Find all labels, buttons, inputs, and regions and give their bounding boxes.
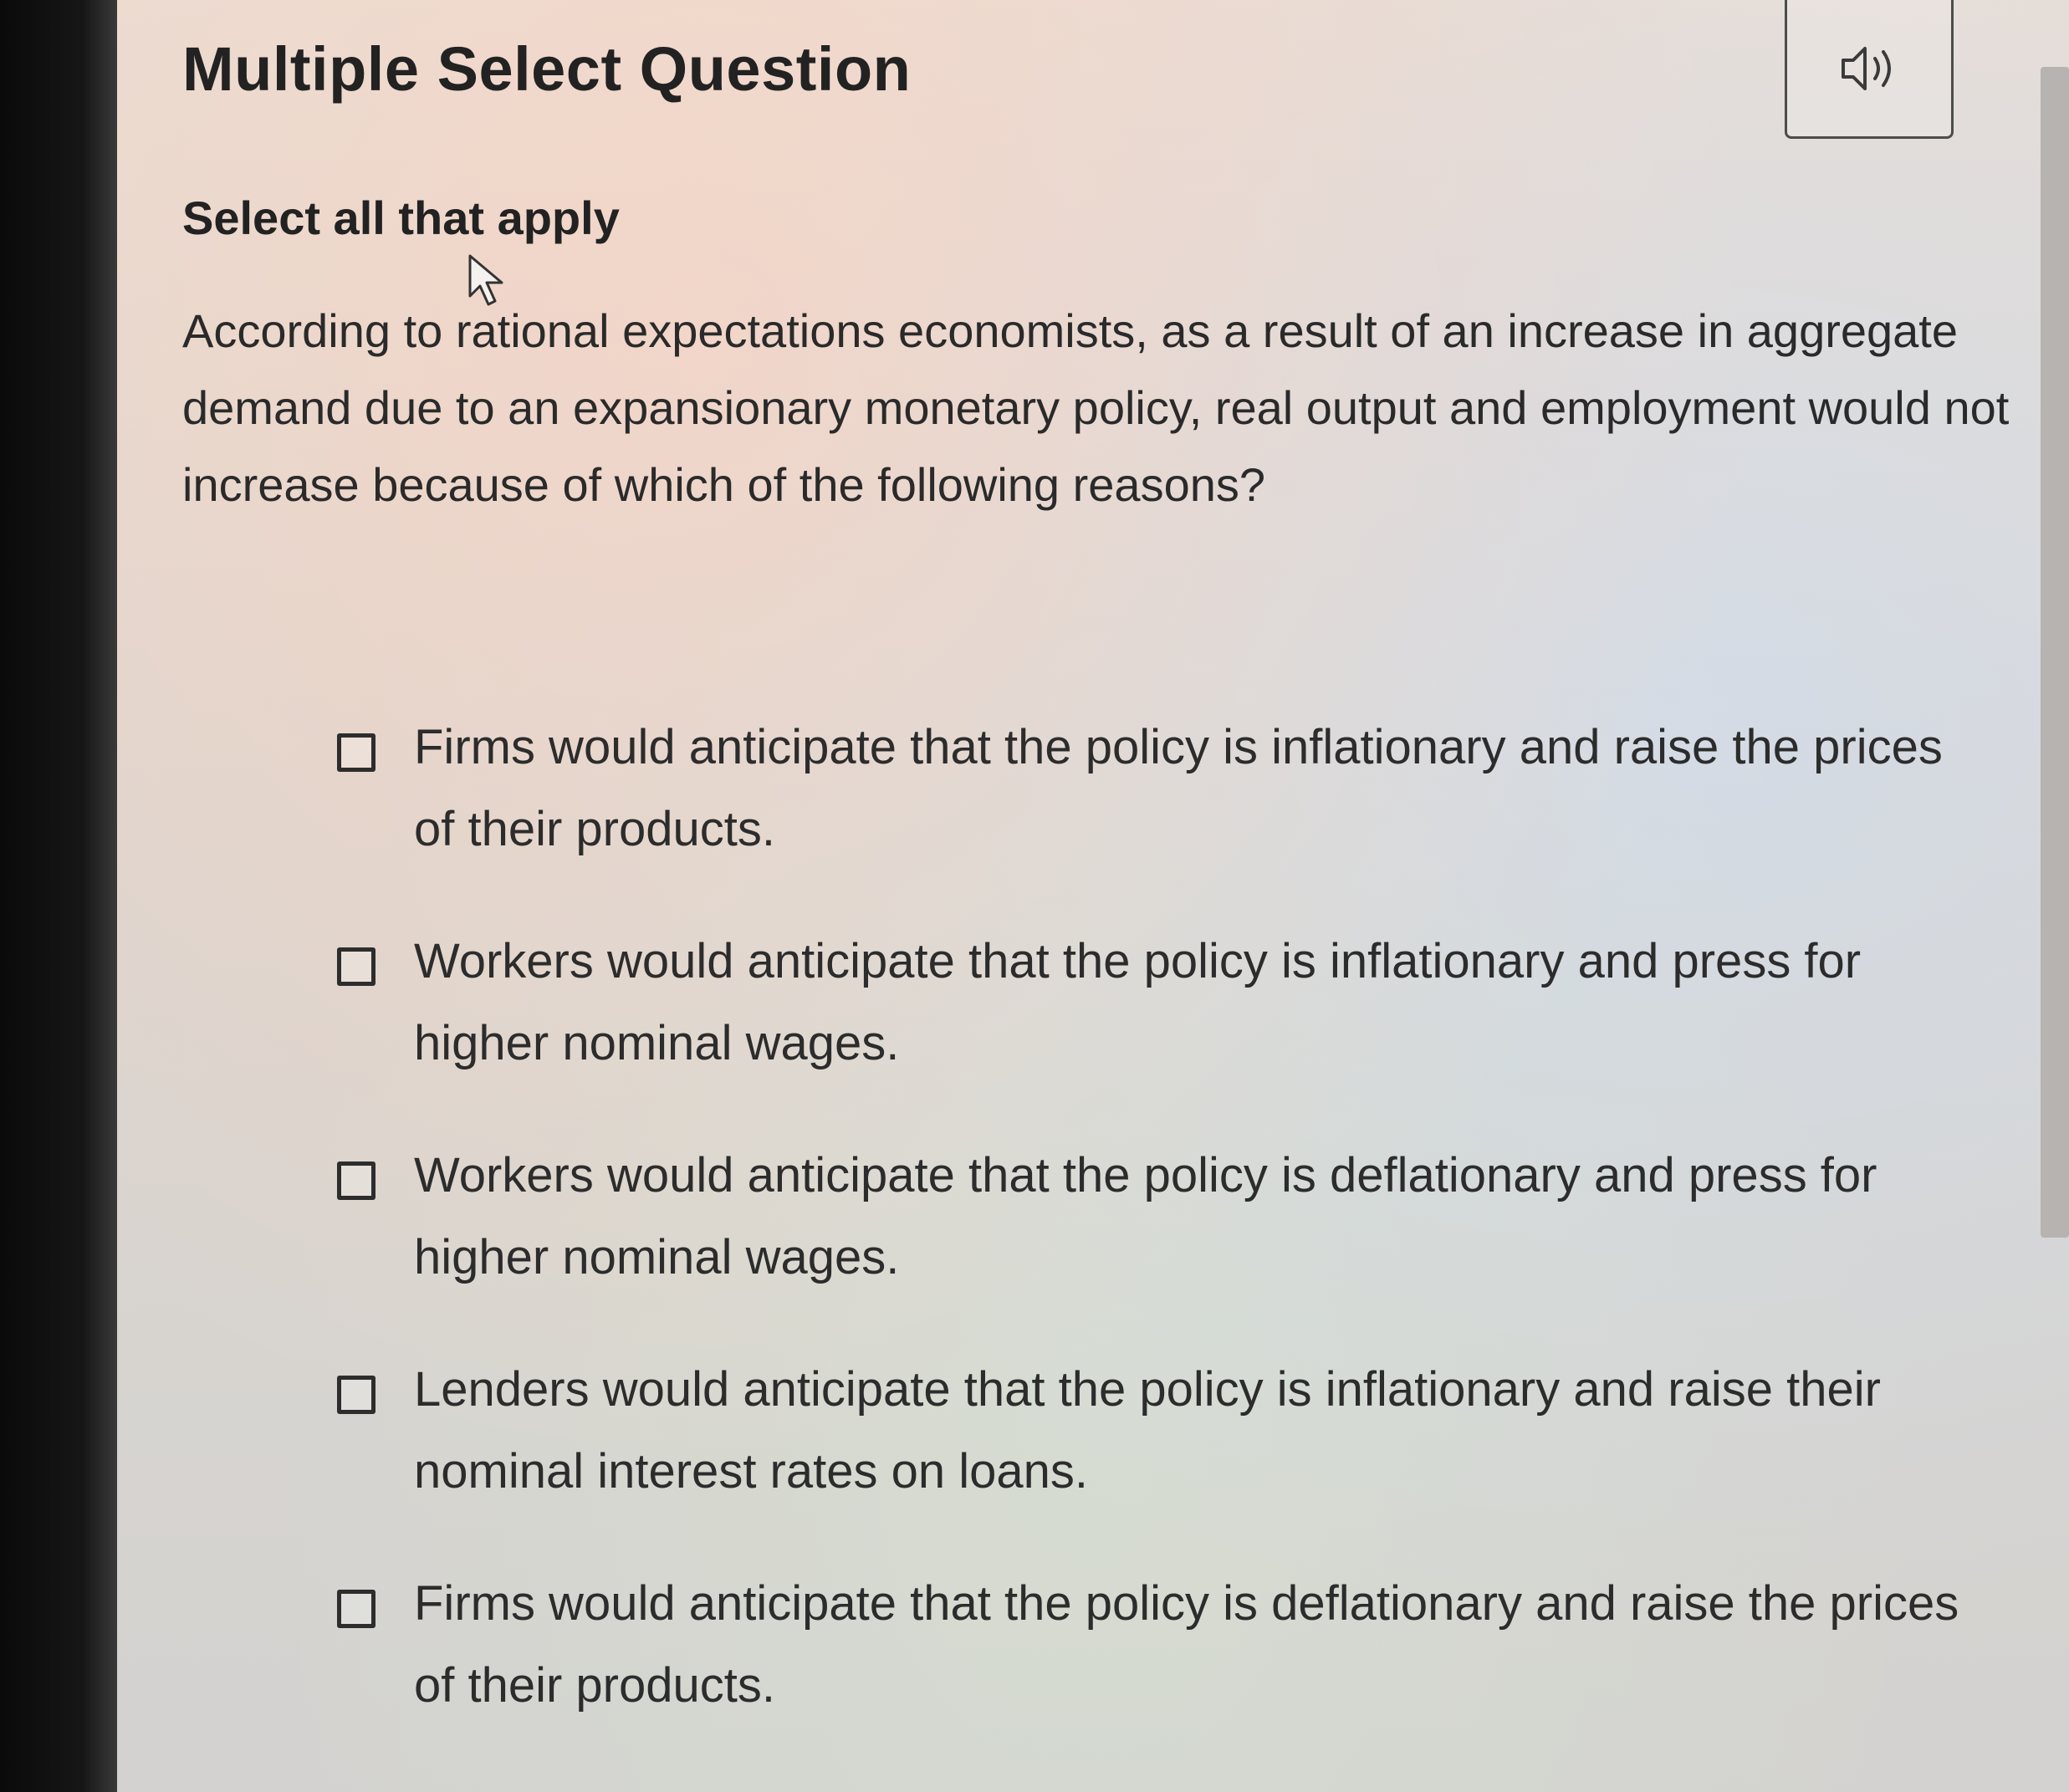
instruction-text: Select all that apply [182,191,620,244]
page-title: Multiple Select Question [182,34,912,104]
question-panel: Multiple Select Question Select all that… [117,0,2069,1792]
option-1-label[interactable]: Firms would anticipate that the policy i… [414,707,1993,870]
option-2-checkbox[interactable] [337,947,375,986]
option-5[interactable]: Firms would anticipate that the policy i… [337,1571,1993,1785]
option-5-checkbox[interactable] [337,1590,375,1628]
read-aloud-button[interactable] [1785,0,1954,139]
option-3[interactable]: Workers would anticipate that the policy… [337,1143,1993,1357]
question-text: According to rational expectations econo… [182,304,2010,511]
option-5-label[interactable]: Firms would anticipate that the policy i… [414,1563,1993,1727]
option-3-checkbox[interactable] [337,1161,375,1200]
option-4-checkbox[interactable] [337,1376,375,1414]
speaker-icon [1842,46,1891,90]
answer-options: Firms would anticipate that the policy i… [337,715,1993,1785]
option-1[interactable]: Firms would anticipate that the policy i… [337,715,1993,929]
option-4-label[interactable]: Lenders would anticipate that the policy… [414,1349,1993,1513]
option-1-checkbox[interactable] [337,733,375,772]
scrollbar[interactable] [2041,67,2069,1238]
option-3-label[interactable]: Workers would anticipate that the policy… [414,1135,1993,1299]
option-2[interactable]: Workers would anticipate that the policy… [337,929,1993,1143]
option-4[interactable]: Lenders would anticipate that the policy… [337,1357,1993,1571]
monitor-bezel [0,0,117,1792]
option-2-label[interactable]: Workers would anticipate that the policy… [414,921,1993,1085]
